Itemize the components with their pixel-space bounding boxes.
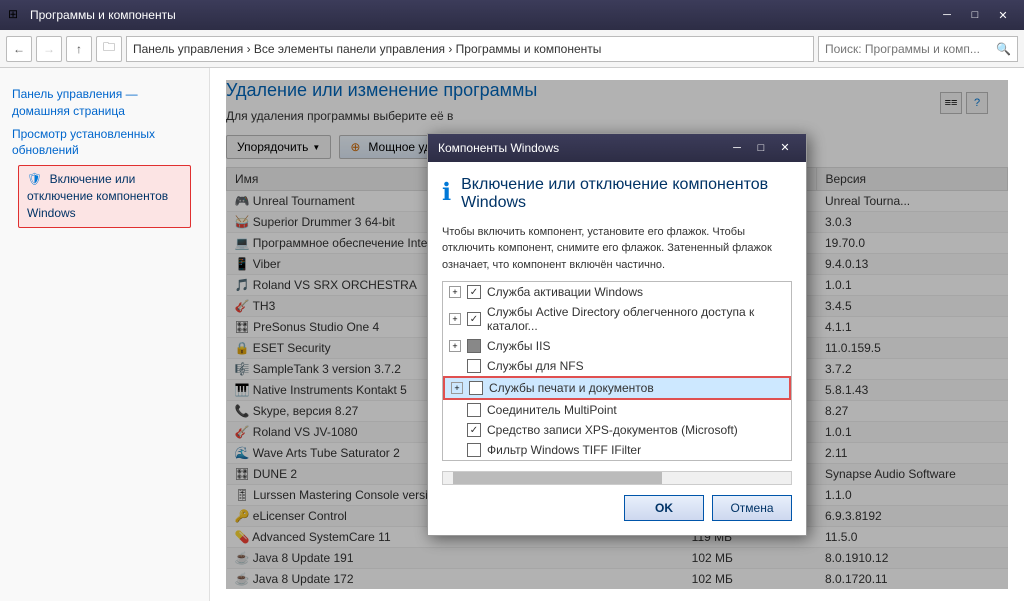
- component-label: Служба активации Windows: [487, 285, 643, 299]
- back-button[interactable]: ←: [6, 36, 32, 62]
- title-bar: ⊞ Программы и компоненты ─ □ ✕: [0, 0, 1024, 30]
- cancel-button[interactable]: Отмена: [712, 495, 792, 521]
- component-item[interactable]: Соединитель MultiPoint: [443, 400, 791, 420]
- component-item[interactable]: + Службы Active Directory облегченного до…: [443, 302, 791, 336]
- sidebar-link-updates[interactable]: Просмотр установленных обновлений: [12, 126, 197, 160]
- sidebar-link-home[interactable]: Панель управления — домашняя страница: [12, 86, 197, 120]
- scroll-thumb: [453, 472, 662, 484]
- component-item[interactable]: + Службы IIS: [443, 336, 791, 356]
- component-label: Фильтр Windows TIFF IFilter: [487, 443, 641, 457]
- address-bar: ← → ↑ 🗀 Панель управления › Все элементы…: [0, 30, 1024, 68]
- windows-components-modal: Компоненты Windows ─ □ ✕ ℹ Включение или: [427, 133, 807, 537]
- folder-icon-button[interactable]: 🗀: [96, 36, 122, 62]
- checkbox[interactable]: [467, 285, 481, 299]
- component-label: Средство записи XPS-документов (Microsof…: [487, 423, 738, 437]
- sidebar-section: Панель управления — домашняя страница Пр…: [0, 78, 209, 238]
- component-item[interactable]: Фильтр Windows TIFF IFilter: [443, 440, 791, 460]
- component-label: Соединитель MultiPoint: [487, 403, 617, 417]
- features-icon: 🛡: [27, 172, 42, 186]
- modal-title: Компоненты Windows: [438, 141, 726, 155]
- checkbox[interactable]: [467, 312, 481, 326]
- checkbox[interactable]: [467, 339, 481, 353]
- modal-header-text: Включение или отключение компонентов Win…: [461, 176, 792, 214]
- modal-overlay: Компоненты Windows ─ □ ✕ ℹ Включение или: [226, 80, 1008, 589]
- checkbox[interactable]: [467, 403, 481, 417]
- expand-placeholder: [449, 360, 461, 372]
- component-list[interactable]: + Служба активации Windows + Службы Active …: [442, 281, 792, 461]
- component-item[interactable]: + Служба активации Windows: [443, 282, 791, 302]
- modal-minimize-button[interactable]: ─: [726, 139, 748, 157]
- modal-header: ℹ Включение или отключение компонентов W…: [442, 176, 792, 214]
- modal-description: Чтобы включить компонент, установите его…: [442, 224, 792, 274]
- main-container: Панель управления — домашняя страница Пр…: [0, 68, 1024, 601]
- component-label: Службы Active Directory облегченного дос…: [487, 305, 785, 333]
- sidebar: Панель управления — домашняя страница Пр…: [0, 68, 210, 601]
- window-title: Программы и компоненты: [30, 8, 934, 22]
- up-button[interactable]: ↑: [66, 36, 92, 62]
- modal-close-button[interactable]: ✕: [774, 139, 796, 157]
- expand-placeholder: [449, 424, 461, 436]
- forward-button[interactable]: →: [36, 36, 62, 62]
- minimize-button[interactable]: ─: [934, 5, 960, 25]
- path-text: Панель управления › Все элементы панели …: [133, 42, 601, 56]
- modal-footer: OK Отмена: [442, 489, 792, 521]
- expand-placeholder: [449, 444, 461, 456]
- modal-controls: ─ □ ✕: [726, 139, 796, 157]
- checkbox[interactable]: [469, 381, 483, 395]
- modal-titlebar: Компоненты Windows ─ □ ✕: [428, 134, 806, 162]
- expand-icon[interactable]: +: [449, 286, 461, 298]
- content-area: Удаление или изменение программы Для уда…: [210, 68, 1024, 601]
- component-item[interactable]: Средство записи XPS-документов (Microsof…: [443, 420, 791, 440]
- close-button[interactable]: ✕: [990, 5, 1016, 25]
- checkbox[interactable]: [467, 443, 481, 457]
- expand-icon[interactable]: +: [451, 382, 463, 394]
- info-icon: ℹ: [442, 178, 451, 207]
- ok-button[interactable]: OK: [624, 495, 704, 521]
- content-wrapper: Удаление или изменение программы Для уда…: [226, 80, 1008, 589]
- window-controls: ─ □ ✕: [934, 5, 1016, 25]
- address-path[interactable]: Панель управления › Все элементы панели …: [126, 36, 814, 62]
- component-label: Службы IIS: [487, 339, 550, 353]
- search-icon: 🔍: [996, 42, 1011, 56]
- expand-icon[interactable]: +: [449, 313, 461, 325]
- expand-placeholder: [449, 404, 461, 416]
- sidebar-item-features-label: Включение или отключение компонентов Win…: [27, 172, 168, 220]
- component-item[interactable]: + Службы печати и документов: [443, 376, 791, 400]
- modal-maximize-button[interactable]: □: [750, 139, 772, 157]
- checkbox[interactable]: [467, 359, 481, 373]
- component-label: Службы для NFS: [487, 359, 584, 373]
- sidebar-item-features[interactable]: 🛡 Включение или отключение компонентов W…: [18, 165, 191, 227]
- window-icon: ⊞: [8, 7, 24, 23]
- maximize-button[interactable]: □: [962, 5, 988, 25]
- search-input[interactable]: [825, 42, 992, 56]
- checkbox[interactable]: [467, 423, 481, 437]
- expand-icon[interactable]: +: [449, 340, 461, 352]
- component-label: Службы печати и документов: [489, 381, 654, 395]
- horizontal-scrollbar[interactable]: [442, 471, 792, 485]
- modal-content: ℹ Включение или отключение компонентов W…: [428, 162, 806, 536]
- search-box: 🔍: [818, 36, 1018, 62]
- component-item[interactable]: Службы для NFS: [443, 356, 791, 376]
- modal-header-title: Включение или отключение компонентов Win…: [461, 176, 792, 212]
